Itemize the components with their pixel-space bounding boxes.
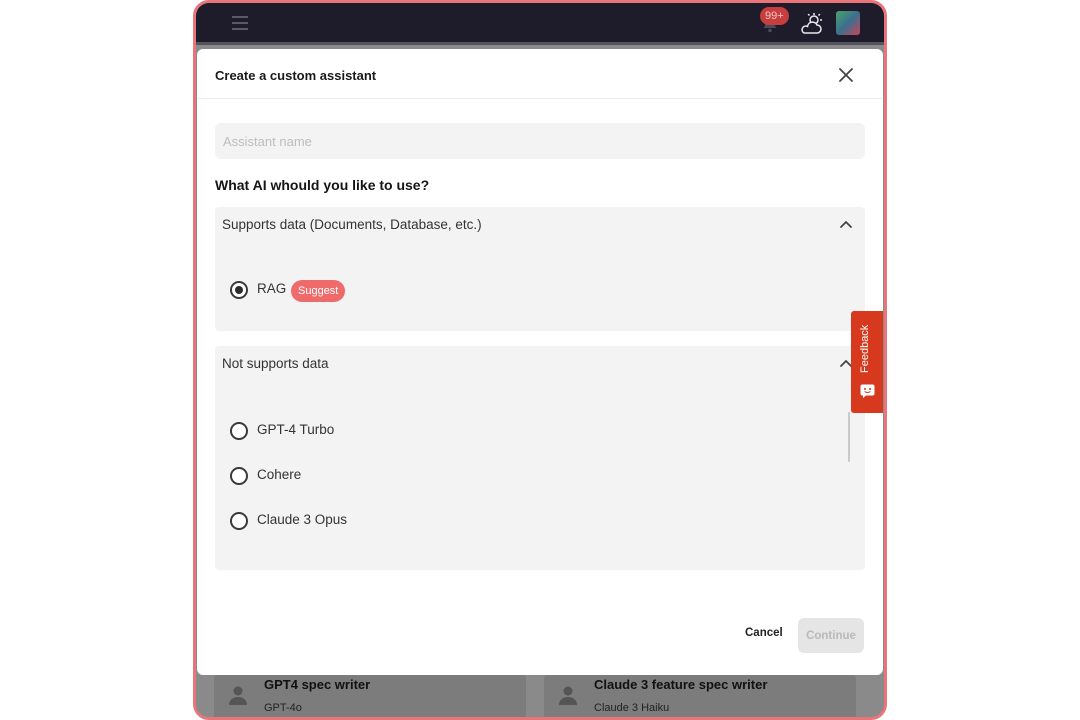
option-label: Claude 3 Opus (257, 512, 348, 527)
option-label: RAG (257, 281, 287, 296)
create-assistant-modal: Create a custom assistant What AI whould… (197, 49, 883, 675)
cancel-button[interactable]: Cancel (745, 627, 783, 639)
menu-icon[interactable] (232, 16, 248, 30)
assistant-name-input[interactable] (215, 123, 865, 159)
user-icon (229, 686, 247, 705)
option-cohere[interactable]: Cohere (230, 466, 430, 486)
assistant-card: GPT4 spec writer GPT-4o (214, 673, 526, 717)
option-claude-3-opus[interactable]: Claude 3 Opus (230, 511, 430, 531)
supports-data-section: Supports data (Documents, Database, etc.… (215, 207, 865, 331)
radio-button[interactable] (230, 512, 248, 530)
weather-icon[interactable] (798, 12, 824, 36)
feedback-label: Feedback (859, 324, 871, 373)
device-frame: 99+ GPT4 spec writer GPT-4o Claude 3 fea… (193, 0, 887, 720)
user-avatar[interactable] (836, 11, 860, 35)
model-question-heading: What AI whould you like to use? (215, 177, 430, 193)
notification-badge: 99+ (760, 7, 789, 25)
option-rag[interactable]: RAG Suggest (230, 280, 370, 302)
assistant-card-title: GPT4 spec writer (264, 677, 371, 692)
option-label: Cohere (257, 467, 302, 482)
radio-button[interactable] (230, 281, 248, 299)
section-header[interactable]: Not supports data (222, 356, 329, 371)
chevron-up-icon[interactable] (839, 219, 853, 229)
modal-title: Create a custom assistant (215, 68, 377, 83)
option-label: GPT-4 Turbo (257, 422, 335, 437)
top-bar: 99+ (196, 3, 884, 45)
suggest-badge: Suggest (291, 280, 346, 302)
close-icon[interactable] (837, 66, 855, 84)
scrollbar[interactable] (848, 412, 850, 462)
feedback-tab[interactable]: Feedback (851, 311, 883, 413)
assistant-card-model: GPT-4o (264, 702, 302, 714)
not-supports-data-section: Not supports data GPT-4 Turbo Cohere Cla… (215, 346, 865, 570)
option-gpt-4-turbo[interactable]: GPT-4 Turbo (230, 421, 430, 441)
user-icon (559, 686, 577, 705)
radio-button[interactable] (230, 422, 248, 440)
assistant-card-title: Claude 3 feature spec writer (594, 677, 768, 692)
radio-button[interactable] (230, 467, 248, 485)
assistant-card-model: Claude 3 Haiku (594, 702, 670, 714)
chat-icon (860, 384, 875, 398)
section-header[interactable]: Supports data (Documents, Database, etc.… (222, 217, 482, 232)
continue-button[interactable]: Continue (798, 618, 864, 653)
modal-header: Create a custom assistant (197, 49, 883, 99)
assistant-card: Claude 3 feature spec writer Claude 3 Ha… (544, 673, 856, 717)
